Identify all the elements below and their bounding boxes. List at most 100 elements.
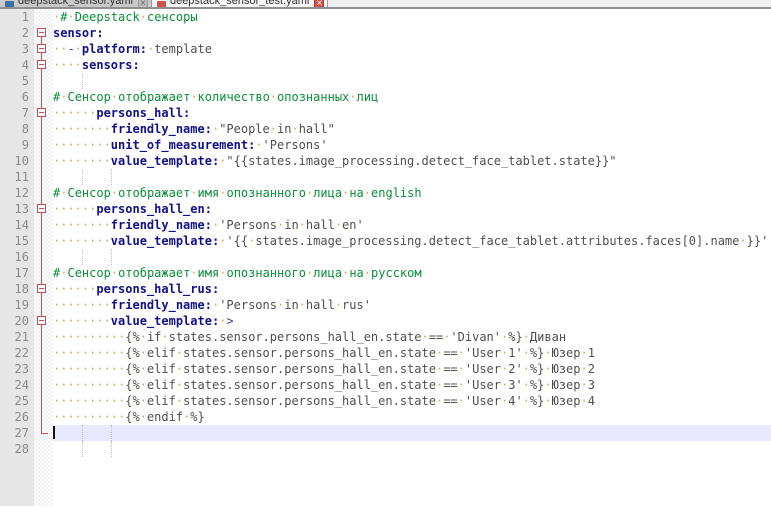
tab-deepstack-sensor-test-yaml[interactable]: deepstack_sensor_test.yaml × xyxy=(151,0,329,7)
code-line-text[interactable]: ········friendly_name:·'Persons·in·hall·… xyxy=(53,217,771,233)
code-area[interactable]: 1 ·#·Deepstack·сенсоры 2 sensor: 3 ··-·platfo… xyxy=(0,9,771,457)
code-line[interactable]: 21 ··········{%·if·states.sensor.persons_… xyxy=(0,329,771,345)
code-line-text[interactable] xyxy=(53,425,771,441)
code-line[interactable]: 18 ······persons_hall_rus: xyxy=(0,281,771,297)
code-line-text[interactable] xyxy=(53,169,771,185)
tab-deepstack-sensor-yaml[interactable]: deepstack_sensor.yaml × xyxy=(0,0,152,7)
line-number[interactable]: 13 xyxy=(0,201,34,217)
line-number[interactable]: 9 xyxy=(0,137,34,153)
code-line[interactable]: 11 xyxy=(0,169,771,185)
code-line-text[interactable]: #·Сенсор·отображает·количество·опознанны… xyxy=(53,89,771,105)
code-line-text[interactable]: ··········{%·elif·states.sensor.persons_… xyxy=(53,377,771,393)
code-line-text[interactable]: ········value_template:·"{{states.image_… xyxy=(53,153,771,169)
line-number[interactable]: 11 xyxy=(0,169,34,185)
code-line-text[interactable]: ··········{%·elif·states.sensor.persons_… xyxy=(53,345,771,361)
line-number[interactable]: 19 xyxy=(0,297,34,313)
fold-collapse-icon[interactable] xyxy=(37,316,46,325)
code-line-text[interactable]: ··········{%·elif·states.sensor.persons_… xyxy=(53,393,771,409)
close-tab-icon[interactable]: × xyxy=(137,0,148,7)
code-line[interactable]: 24 ··········{%·elif·states.sensor.person… xyxy=(0,377,771,393)
code-line-text[interactable]: ········friendly_name:·"People·in·hall" xyxy=(53,121,771,137)
code-line-text[interactable]: ········friendly_name:·'Persons·in·hall·… xyxy=(53,297,771,313)
fold-collapse-icon[interactable] xyxy=(37,44,46,53)
code-line-text[interactable]: ········value_template:·> xyxy=(53,313,771,329)
code-line-text[interactable]: ······persons_hall_en: xyxy=(53,201,771,217)
code-line-text[interactable]: #·Сенсор·отображает·имя·опознанного·лица… xyxy=(53,185,771,201)
line-number[interactable]: 15 xyxy=(0,233,34,249)
code-line-text[interactable]: ········value_template:·'{{·states.image… xyxy=(53,233,771,249)
code-line[interactable]: 7 ······persons_hall: xyxy=(0,105,771,121)
line-number[interactable]: 6 xyxy=(0,89,34,105)
code-line[interactable]: 14 ········friendly_name:·'Persons·in·hal… xyxy=(0,217,771,233)
code-line[interactable]: 19 ········friendly_name:·'Persons·in·hal… xyxy=(0,297,771,313)
code-line[interactable]: 2 sensor: xyxy=(0,25,771,41)
line-number[interactable]: 3 xyxy=(0,41,34,57)
code-line-text[interactable]: ······persons_hall: xyxy=(53,105,771,121)
line-number[interactable]: 23 xyxy=(0,361,34,377)
code-line[interactable]: 13 ······persons_hall_en: xyxy=(0,201,771,217)
code-line-text[interactable]: sensor: xyxy=(53,25,771,41)
close-tab-icon[interactable]: × xyxy=(314,0,325,7)
code-line-text[interactable]: ··········{%·endif·%} xyxy=(53,409,771,425)
fold-collapse-icon[interactable] xyxy=(37,284,46,293)
line-number[interactable]: 10 xyxy=(0,153,34,169)
fold-collapse-icon[interactable] xyxy=(37,60,46,69)
line-number[interactable]: 27 xyxy=(0,425,34,441)
line-number[interactable]: 8 xyxy=(0,121,34,137)
code-line-text[interactable]: ··········{%·if·states.sensor.persons_ha… xyxy=(53,329,771,345)
code-line-text[interactable]: #·Сенсор·отображает·имя·опознанного·лица… xyxy=(53,265,771,281)
code-line[interactable]: 10 ········value_template:·"{{states.imag… xyxy=(0,153,771,169)
line-number[interactable]: 26 xyxy=(0,409,34,425)
code-line-text[interactable]: ·#·Deepstack·сенсоры xyxy=(53,9,771,25)
code-line-text[interactable]: ··-·platform:·template xyxy=(53,41,771,57)
value-token: rus' xyxy=(342,298,371,312)
line-number[interactable]: 25 xyxy=(0,393,34,409)
code-line[interactable]: 20 ········value_template:·> xyxy=(0,313,771,329)
code-line[interactable]: 8 ········friendly_name:·"People·in·hall" xyxy=(0,121,771,137)
code-editor[interactable]: 1 ·#·Deepstack·сенсоры 2 sensor: 3 ··-·platfo… xyxy=(0,9,771,506)
code-line[interactable]: 12 #·Сенсор·отображает·имя·опознанного·ли… xyxy=(0,185,771,201)
code-line[interactable]: 28 xyxy=(0,441,771,457)
code-line[interactable]: 16 xyxy=(0,249,771,265)
line-number[interactable]: 18 xyxy=(0,281,34,297)
code-line[interactable]: 27 xyxy=(0,425,771,441)
code-line[interactable]: 17 #·Сенсор·отображает·имя·опознанного·ли… xyxy=(0,265,771,281)
line-number[interactable]: 28 xyxy=(0,441,34,457)
fold-collapse-icon[interactable] xyxy=(37,108,46,117)
code-line[interactable]: 9 ········unit_of_measurement:·'Persons' xyxy=(0,137,771,153)
line-number[interactable]: 21 xyxy=(0,329,34,345)
code-line[interactable]: 4 ····sensors: xyxy=(0,57,771,73)
code-line-text[interactable] xyxy=(53,249,771,265)
line-number[interactable]: 16 xyxy=(0,249,34,265)
code-line[interactable]: 22 ··········{%·elif·states.sensor.person… xyxy=(0,345,771,361)
comment-token: имя xyxy=(197,266,220,280)
line-number[interactable]: 20 xyxy=(0,313,34,329)
line-number[interactable]: 1 xyxy=(0,9,34,25)
code-line[interactable]: 15 ········value_template:·'{{·states.ima… xyxy=(0,233,771,249)
line-number[interactable]: 14 xyxy=(0,217,34,233)
code-line[interactable]: 23 ··········{%·elif·states.sensor.person… xyxy=(0,361,771,377)
code-line-text[interactable]: ······persons_hall_rus: xyxy=(53,281,771,297)
fold-collapse-icon[interactable] xyxy=(37,28,46,37)
code-line-text[interactable]: ····sensors: xyxy=(53,57,771,73)
code-line-text[interactable]: ··········{%·elif·states.sensor.persons_… xyxy=(53,361,771,377)
fold-collapse-icon[interactable] xyxy=(37,204,46,213)
line-number[interactable]: 7 xyxy=(0,105,34,121)
code-line-text[interactable] xyxy=(53,73,771,89)
line-number[interactable]: 22 xyxy=(0,345,34,361)
line-number[interactable]: 5 xyxy=(0,73,34,89)
code-line-text[interactable] xyxy=(53,441,771,457)
line-number[interactable]: 2 xyxy=(0,25,34,41)
line-number[interactable]: 24 xyxy=(0,377,34,393)
code-line-text[interactable]: ········unit_of_measurement:·'Persons' xyxy=(53,137,771,153)
line-number[interactable]: 17 xyxy=(0,265,34,281)
code-line[interactable]: 3 ··-·platform:·template xyxy=(0,41,771,57)
code-line[interactable]: 25 ··········{%·elif·states.sensor.person… xyxy=(0,393,771,409)
code-line[interactable]: 1 ·#·Deepstack·сенсоры xyxy=(0,9,771,25)
code-line[interactable]: 26 ··········{%·endif·%} xyxy=(0,409,771,425)
line-number[interactable]: 4 xyxy=(0,57,34,73)
key-token: friendly_name: xyxy=(110,298,212,312)
code-line[interactable]: 5 xyxy=(0,73,771,89)
code-line[interactable]: 6 #·Сенсор·отображает·количество·опознанн… xyxy=(0,89,771,105)
line-number[interactable]: 12 xyxy=(0,185,34,201)
